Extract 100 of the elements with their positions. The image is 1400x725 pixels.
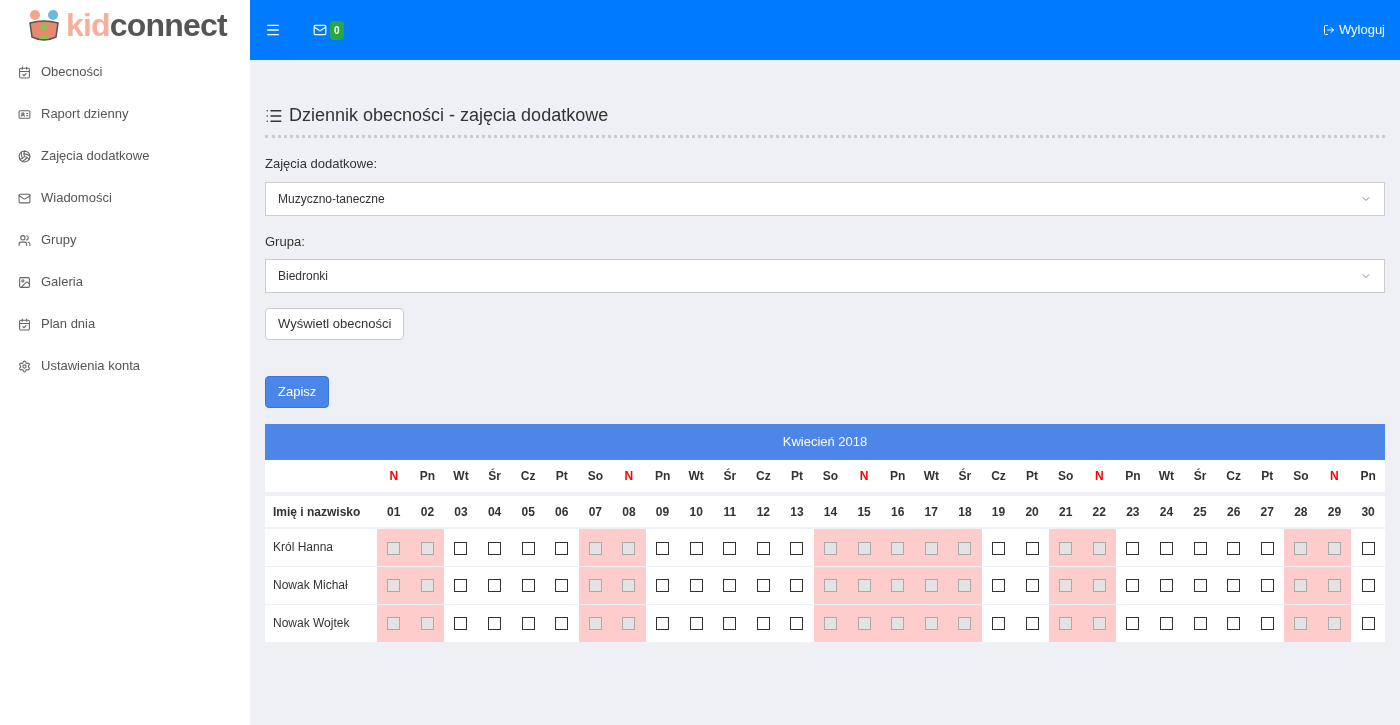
child-name: Nowak Michał [273, 578, 348, 592]
day-number: 16 [891, 504, 905, 519]
attendance-checkbox[interactable] [555, 579, 569, 593]
weekday-label: Śr [1193, 469, 1207, 483]
save-button[interactable]: Zapisz [265, 376, 330, 408]
attendance-checkbox[interactable] [723, 579, 737, 593]
attendance-checkbox[interactable] [1260, 617, 1274, 631]
attendance-checkbox[interactable] [790, 579, 804, 593]
weekday-label: Pt [555, 469, 568, 483]
group-select[interactable]: Biedronki [265, 259, 1385, 293]
sidebar-item[interactable]: Ustawienia konta [0, 345, 250, 387]
attendance-checkbox[interactable] [555, 541, 569, 555]
attendance-checkbox[interactable] [689, 579, 703, 593]
month-header: Kwiecień 2018 [265, 424, 1385, 460]
attendance-checkbox[interactable] [454, 617, 468, 631]
attendance-checkbox[interactable] [555, 617, 569, 631]
image-icon [18, 275, 31, 289]
sidebar-item[interactable]: Galeria [0, 261, 250, 303]
attendance-checkbox[interactable] [723, 617, 737, 631]
menu-icon [265, 22, 281, 38]
ball-icon [18, 149, 31, 163]
attendance-checkbox[interactable] [1126, 541, 1140, 555]
day-number: 06 [555, 504, 569, 519]
attendance-checkbox[interactable] [1260, 541, 1274, 555]
attendance-checkbox[interactable] [521, 579, 535, 593]
attendance-checkbox[interactable] [1126, 579, 1140, 593]
attendance-checkbox[interactable] [689, 541, 703, 555]
attendance-checkbox[interactable] [992, 541, 1005, 555]
weekday-label: Wt [923, 469, 939, 483]
sidebar-item[interactable]: Plan dnia [0, 303, 250, 345]
attendance-checkbox[interactable] [454, 579, 468, 593]
logout-icon [1322, 24, 1335, 36]
attendance-checkbox[interactable] [1126, 617, 1140, 631]
weekday-label: Cz [520, 469, 536, 483]
weekday-label: Pn [1360, 469, 1376, 483]
sidebar-item[interactable]: Grupy [0, 219, 250, 261]
attendance-checkbox[interactable] [1260, 579, 1274, 593]
attendance-checkbox[interactable] [689, 617, 703, 631]
attendance-checkbox[interactable] [1159, 579, 1173, 593]
attendance-checkbox[interactable] [790, 541, 804, 555]
child-name: Król Hanna [273, 540, 334, 555]
weekday-label: Pn [419, 469, 436, 483]
menu-button[interactable] [265, 22, 281, 38]
weekday-label: Wt [1158, 469, 1175, 483]
sidebar-item[interactable]: Wiadomości [0, 177, 250, 219]
attendance-checkbox[interactable] [992, 579, 1005, 593]
weekday-label: Wt [688, 469, 704, 483]
attendance-checkbox[interactable] [1361, 541, 1375, 555]
attendance-checkbox[interactable] [1361, 579, 1375, 593]
day-number: 21 [1059, 504, 1073, 519]
attendance-checkbox[interactable] [1159, 617, 1173, 631]
day-number: 01 [387, 504, 401, 519]
sidebar-item[interactable]: Raport dzienny [0, 93, 250, 135]
attendance-checkbox[interactable] [488, 579, 502, 593]
attendance-checkbox[interactable] [756, 617, 770, 631]
attendance-checkbox[interactable] [1025, 579, 1039, 593]
attendance-checkbox[interactable] [521, 541, 535, 555]
attendance-checkbox[interactable] [1361, 617, 1375, 631]
attendance-checkbox[interactable] [756, 579, 770, 593]
attendance-checkbox[interactable] [656, 541, 670, 555]
attendance-checkbox[interactable] [756, 541, 770, 555]
attendance-checkbox[interactable] [1227, 617, 1241, 631]
attendance-checkbox[interactable] [488, 617, 502, 631]
message-count: 0 [330, 20, 344, 40]
show-attendance-button[interactable]: Wyświetl obecności [265, 308, 405, 340]
settings-icon [18, 359, 31, 373]
name-column-header: Imię i nazwisko [273, 504, 361, 519]
attendance-checkbox[interactable] [1227, 541, 1241, 555]
attendance-checkbox[interactable] [790, 617, 804, 631]
attendance-checkbox[interactable] [1193, 617, 1207, 631]
group-label: Grupa: [265, 232, 305, 251]
day-number: 12 [756, 504, 770, 519]
weekday-label: So [587, 469, 604, 483]
attendance-checkbox[interactable] [521, 617, 535, 631]
attendance-checkbox[interactable] [723, 541, 737, 555]
attendance-checkbox[interactable] [1193, 541, 1207, 555]
attendance-checkbox[interactable] [1025, 617, 1039, 631]
attendance-checkbox[interactable] [992, 617, 1005, 631]
weekday-label: Pt [1261, 469, 1274, 483]
day-number: 17 [924, 504, 938, 519]
day-number: 28 [1294, 504, 1308, 519]
attendance-checkbox[interactable] [454, 541, 468, 555]
mail-icon [18, 191, 31, 205]
day-number: 15 [857, 504, 871, 519]
sidebar-item[interactable]: Zajęcia dodatkowe [0, 135, 250, 177]
day-number: 09 [655, 504, 670, 519]
attendance-checkbox[interactable] [656, 617, 670, 631]
activity-select[interactable]: Muzyczno-taneczne [265, 181, 1385, 216]
attendance-checkbox[interactable] [1025, 541, 1039, 555]
attendance-checkbox[interactable] [1193, 579, 1207, 593]
weekday-label: Pn [1125, 469, 1141, 483]
attendance-checkbox[interactable] [1159, 541, 1173, 555]
attendance-checkbox[interactable] [1227, 579, 1241, 593]
attendance-checkbox[interactable] [488, 541, 502, 555]
attendance-checkbox[interactable] [656, 579, 670, 593]
logout-link[interactable]: Wyloguj [1322, 20, 1385, 40]
page-title: Dziennik obecności - zajęcia dodatkowe [289, 104, 609, 127]
sidebar-item[interactable]: Obecności [0, 51, 250, 93]
weekday-label: Cz [1226, 469, 1241, 483]
weekday-label: Śr [958, 469, 972, 483]
